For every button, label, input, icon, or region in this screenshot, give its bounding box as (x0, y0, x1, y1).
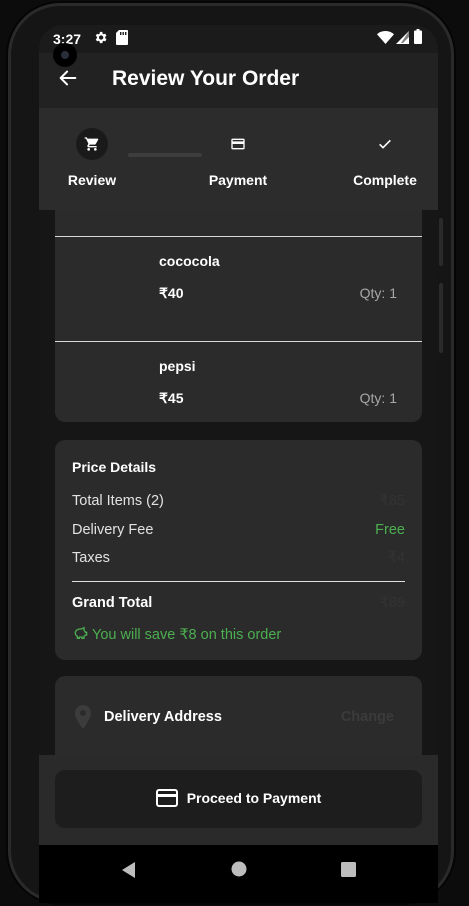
item-price: ₹45 (159, 390, 184, 406)
nav-recents-icon[interactable] (341, 862, 356, 877)
check-icon (379, 139, 391, 149)
price-row-label: Total Items (2) (72, 493, 164, 509)
step-review-indicator (76, 128, 108, 160)
list-item: pepsi ₹45 Qty: 1 (55, 342, 422, 446)
price-row-label: Delivery Fee (72, 522, 154, 538)
item-name: cococola (159, 253, 220, 269)
step-complete-indicator (369, 128, 401, 160)
price-row: Delivery Fee Free (72, 522, 405, 542)
item-name: pepsi (159, 358, 196, 374)
step-complete[interactable]: Complete (335, 108, 435, 210)
nav-home-icon[interactable] (231, 861, 247, 877)
status-bar: 3:27 (39, 25, 438, 53)
item-price: ₹40 (159, 285, 184, 301)
checkout-stepper: Review Payment Complete (39, 108, 438, 210)
price-row-value: ₹4 (387, 550, 405, 566)
savings-text: You will save ₹8 on this order (92, 627, 282, 643)
price-row-label: Taxes (72, 550, 110, 566)
app-bar: Review Your Order (39, 53, 438, 109)
grand-total-value: ₹89 (379, 595, 405, 611)
step-payment-indicator (222, 128, 254, 160)
front-camera (53, 43, 77, 67)
piggy-bank-icon (74, 626, 88, 639)
step-complete-label: Complete (353, 172, 417, 188)
cart-icon (84, 137, 99, 151)
order-items-card: cococola ₹40 Qty: 1 pepsi ₹45 Qty: 1 (55, 210, 422, 422)
list-item: cococola ₹40 Qty: 1 (55, 237, 422, 341)
screen: 3:27 Review Your Order Review Payment Co… (39, 25, 438, 903)
proceed-button-label: Proceed to Payment (186, 790, 322, 806)
credit-card-icon (231, 138, 245, 150)
proceed-button-content: Proceed to Payment (55, 789, 422, 807)
phone-frame: 3:27 Review Your Order Review Payment Co… (8, 3, 454, 903)
settings-icon (95, 31, 107, 44)
step-review-label: Review (67, 172, 117, 188)
system-nav-bar (39, 845, 438, 903)
proceed-to-payment-button[interactable]: Proceed to Payment (55, 770, 422, 828)
location-pin-icon (75, 705, 91, 729)
sd-card-icon (116, 30, 128, 45)
arrow-left-icon[interactable] (57, 67, 79, 89)
bottom-action-bar: Proceed to Payment (39, 755, 438, 845)
step-payment-label: Payment (208, 172, 268, 188)
price-row-value: ₹85 (379, 493, 405, 509)
nav-back-icon[interactable] (121, 862, 137, 878)
price-details-title: Price Details (72, 459, 157, 475)
change-address-button[interactable]: Change (341, 709, 394, 725)
price-divider (72, 581, 405, 582)
delivery-address-card: Delivery Address Change (55, 676, 422, 755)
volume-button (439, 218, 443, 266)
price-row: Total Items (2) ₹85 (72, 493, 405, 513)
grand-total-row: Grand Total ₹89 (72, 595, 405, 615)
order-review-scroll[interactable]: cococola ₹40 Qty: 1 pepsi ₹45 Qty: 1 Pri… (39, 210, 438, 755)
delivery-address-title: Delivery Address (104, 709, 222, 725)
step-payment[interactable]: Payment (188, 108, 288, 210)
item-qty: Qty: 1 (359, 285, 397, 301)
signal-icon (396, 31, 409, 44)
savings-note: You will save ₹8 on this order (72, 625, 281, 643)
price-row-value: Free (375, 522, 405, 538)
item-qty: Qty: 1 (359, 390, 397, 406)
price-row: Taxes ₹4 (72, 550, 405, 570)
page-title: Review Your Order (112, 67, 300, 90)
battery-icon (414, 29, 422, 44)
credit-card-icon (155, 789, 178, 807)
grand-total-label: Grand Total (72, 595, 153, 611)
power-button (439, 283, 443, 353)
price-details-card: Price Details Total Items (2) ₹85 Delive… (55, 440, 422, 660)
wifi-icon (377, 31, 394, 44)
step-review[interactable]: Review (42, 108, 142, 210)
